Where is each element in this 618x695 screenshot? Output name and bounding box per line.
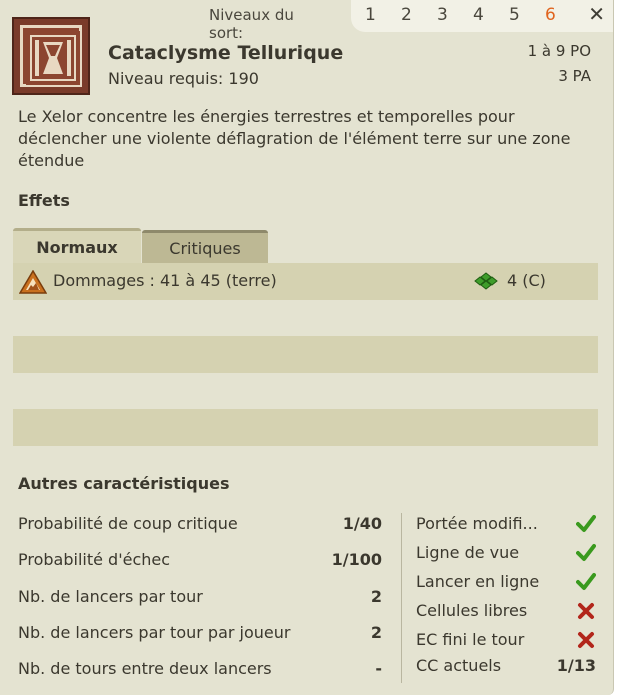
flag-line-of-sight: Ligne de vue bbox=[416, 543, 596, 562]
stat-value: 1/100 bbox=[331, 550, 382, 569]
flag-cast-in-line: Lancer en ligne bbox=[416, 572, 596, 591]
stat-label: Nb. de lancers par tour par joueur bbox=[18, 623, 291, 642]
level-tab-4[interactable]: 4 bbox=[473, 5, 484, 25]
effect-row-empty bbox=[13, 336, 598, 373]
stat-label: Probabilité de coup critique bbox=[18, 514, 238, 533]
stat-critical-chance: Probabilité de coup critique 1/40 bbox=[18, 514, 382, 533]
flag-label: Ligne de vue bbox=[416, 543, 520, 562]
stat-label: Probabilité d'échec bbox=[18, 550, 171, 569]
stat-value: 2 bbox=[370, 623, 382, 642]
stat-value: 1/40 bbox=[342, 514, 382, 533]
hourglass-icon bbox=[26, 31, 80, 85]
spell-range: 1 à 9 PO bbox=[527, 42, 591, 60]
effect-duration-value: 4 (C) bbox=[507, 271, 546, 290]
effect-row-empty bbox=[13, 372, 598, 409]
earth-element-icon bbox=[19, 270, 47, 294]
effect-row: Dommages : 41 à 45 (terre) 4 (C) bbox=[13, 263, 598, 300]
effect-row-empty bbox=[13, 299, 598, 336]
flag-label: Cellules libres bbox=[416, 601, 528, 620]
stat-value: 2 bbox=[370, 587, 382, 606]
check-icon bbox=[576, 515, 596, 532]
current-critical-value: 1/13 bbox=[556, 656, 596, 675]
flag-modifiable-range: Portée modifi... bbox=[416, 514, 596, 533]
effects-list: Dommages : 41 à 45 (terre) 4 (C) bbox=[13, 263, 598, 446]
level-tab-2[interactable]: 2 bbox=[401, 5, 412, 25]
flag-label: Lancer en ligne bbox=[416, 572, 540, 591]
cross-icon bbox=[578, 603, 594, 619]
stat-value: - bbox=[375, 659, 382, 678]
level-tab-6[interactable]: 6 bbox=[545, 5, 556, 25]
spell-ap-cost: 3 PA bbox=[558, 67, 591, 85]
level-tab-3[interactable]: 3 bbox=[437, 5, 448, 25]
levels-label: Niveaux du sort: bbox=[209, 6, 294, 42]
effects-title: Effets bbox=[18, 191, 70, 210]
level-tabs: 1 2 3 4 5 6 ✕ bbox=[351, 0, 613, 32]
spell-tooltip-panel: 1 2 3 4 5 6 ✕ Niveaux du sort: Cataclysm… bbox=[0, 0, 614, 695]
flag-label: Portée modifi... bbox=[416, 514, 538, 533]
close-icon[interactable]: ✕ bbox=[588, 2, 605, 26]
stat-casts-per-turn: Nb. de lancers par tour 2 bbox=[18, 587, 382, 606]
flag-label: EC fini le tour bbox=[416, 630, 525, 649]
flag-failure-ends-turn: EC fini le tour bbox=[416, 630, 596, 649]
stat-turns-between-casts: Nb. de tours entre deux lancers - bbox=[18, 659, 382, 678]
effect-row-empty bbox=[13, 409, 598, 446]
column-divider bbox=[401, 513, 402, 683]
effect-duration: 4 (C) bbox=[473, 271, 546, 290]
effect-text: Dommages : 41 à 45 (terre) bbox=[53, 271, 277, 290]
flag-free-cells: Cellules libres bbox=[416, 601, 596, 620]
spell-name: Cataclysme Tellurique bbox=[108, 42, 344, 64]
spell-icon bbox=[12, 17, 90, 95]
spell-level-selector: 1 2 3 4 5 6 ✕ Niveaux du sort: bbox=[209, 0, 613, 42]
stat-failure-chance: Probabilité d'échec 1/100 bbox=[18, 550, 382, 569]
check-icon bbox=[576, 544, 596, 561]
tab-normaux[interactable]: Normaux bbox=[13, 228, 141, 264]
level-tab-1[interactable]: 1 bbox=[365, 5, 376, 25]
zone-icon bbox=[474, 271, 498, 290]
other-characteristics-title: Autres caractéristiques bbox=[18, 474, 230, 493]
stat-casts-per-target: Nb. de lancers par tour par joueur 2 bbox=[18, 623, 382, 642]
level-tab-5[interactable]: 5 bbox=[509, 5, 520, 25]
stat-label: Nb. de lancers par tour bbox=[18, 587, 203, 606]
tab-critiques[interactable]: Critiques bbox=[142, 230, 268, 264]
current-critical-chance: CC actuels 1/13 bbox=[416, 656, 596, 675]
spell-level-required: Niveau requis: 190 bbox=[108, 69, 259, 88]
spell-description: Le Xelor concentre les énergies terrestr… bbox=[18, 107, 571, 170]
stat-label: Nb. de tours entre deux lancers bbox=[18, 659, 272, 678]
flag-label: CC actuels bbox=[416, 656, 502, 675]
cross-icon bbox=[578, 632, 594, 648]
check-icon bbox=[576, 573, 596, 590]
